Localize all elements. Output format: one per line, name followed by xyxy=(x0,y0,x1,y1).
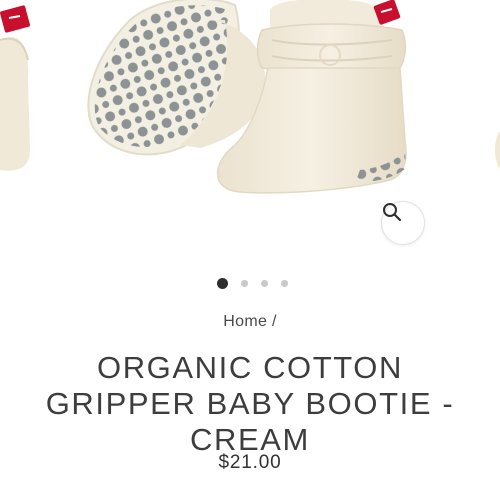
gallery-pagination xyxy=(0,276,500,290)
product-title: ORGANIC COTTON GRIPPER BABY BOOTIE - CRE… xyxy=(45,350,455,457)
product-image-gallery[interactable] xyxy=(0,0,500,265)
search-icon xyxy=(383,203,402,222)
breadcrumb-home-link[interactable]: Home xyxy=(223,313,267,330)
pagination-dot-3[interactable] xyxy=(261,279,268,287)
pagination-dot-2[interactable] xyxy=(241,279,248,287)
product-price: $21.00 xyxy=(218,452,282,473)
pagination-dot-1[interactable] xyxy=(217,277,228,289)
bootie-sole xyxy=(87,0,266,156)
pagination-dot-4[interactable] xyxy=(281,279,288,287)
zoom-button[interactable] xyxy=(381,201,425,245)
breadcrumb: Home / xyxy=(0,313,500,331)
left-bootie-partial xyxy=(0,5,30,171)
product-image[interactable] xyxy=(0,0,500,265)
breadcrumb-separator: / xyxy=(271,313,277,330)
